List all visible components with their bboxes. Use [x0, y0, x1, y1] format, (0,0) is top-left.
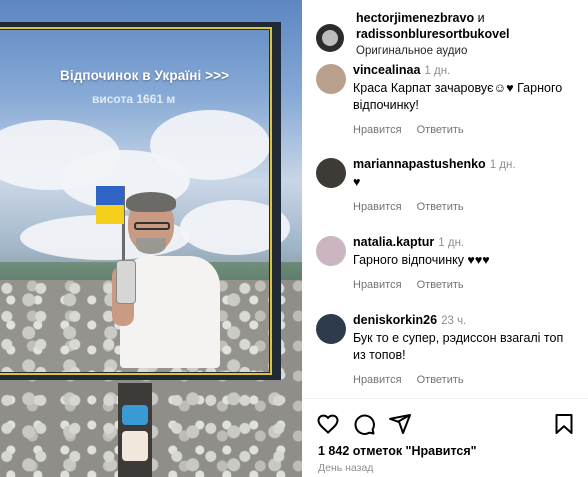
comment-time: 1 дн. [424, 65, 451, 77]
comments-list[interactable]: vincealinaa 1 дн. Краса Карпат зачаровує☺… [302, 56, 588, 396]
comment-like-button[interactable]: Нравится [353, 374, 402, 386]
heart-icon[interactable] [316, 412, 340, 436]
comment-icon[interactable] [352, 412, 376, 436]
comment-body: vincealinaa 1 дн. Краса Карпат зачаровує☺… [353, 62, 578, 139]
comment-actions: Нравится Ответить [353, 122, 578, 139]
divider [302, 398, 588, 399]
comment-avatar[interactable] [316, 158, 346, 188]
header-text: hectorjimenezbravo и radissonbluresortbu… [356, 10, 581, 58]
comment-username[interactable]: deniskorkin26 [353, 313, 437, 327]
comment-text: Бук то е супер, рэдиссон взагалі топ из … [353, 331, 564, 362]
comment-time: 23 ч. [441, 315, 467, 327]
post-header: hectorjimenezbravo и radissonbluresortbu… [302, 0, 588, 58]
comment-text: Гарного відпочинку ♥♥♥ [353, 253, 490, 267]
billboard-title: Відпочинок в Україні >>> [60, 68, 230, 83]
comment-reply-button[interactable]: Ответить [417, 374, 464, 386]
comment-time: 1 дн. [489, 159, 516, 171]
bookmark-icon[interactable] [552, 412, 576, 436]
comment-username[interactable]: mariannapastushenko [353, 157, 486, 171]
comment-actions: Нравится Ответить [353, 199, 578, 216]
post-date[interactable]: День назад [318, 462, 373, 474]
post-actions-bar [302, 408, 588, 440]
comment-avatar[interactable] [316, 64, 346, 94]
author-username[interactable]: hectorjimenezbravo [356, 11, 474, 25]
comment-username[interactable]: natalia.kaptur [353, 235, 434, 249]
comment-body: mariannapastushenko 1 дн. ♥ Нравится Отве… [353, 156, 578, 216]
sign-badge [122, 431, 148, 461]
comment-body: deniskorkin26 23 ч. Бук то е супер, рэдис… [353, 312, 578, 389]
comment-reply-button[interactable]: Ответить [417, 279, 464, 291]
comment-reply-button[interactable]: Ответить [417, 201, 464, 213]
person-beard [136, 238, 166, 254]
person-selfie [112, 192, 232, 368]
coauthor-username[interactable]: radissonbluresortbukovel [356, 27, 510, 41]
person-hair [126, 192, 176, 212]
comment-time: 1 дн. [438, 237, 465, 249]
post-video[interactable]: Відпочинок в Україні >>> висота 1661 м [0, 0, 302, 477]
comment-like-button[interactable]: Нравится [353, 279, 402, 291]
comment-avatar[interactable] [316, 236, 346, 266]
post-side-panel: hectorjimenezbravo и radissonbluresortbu… [302, 0, 588, 477]
sign-badge [122, 405, 148, 425]
comment-like-button[interactable]: Нравится [353, 124, 402, 136]
comment-actions: Нравится Ответить [353, 372, 578, 389]
share-icon[interactable] [388, 412, 412, 436]
author-avatar[interactable] [316, 24, 344, 52]
comment-body: natalia.kaptur 1 дн. Гарного відпочинку ♥… [353, 234, 578, 294]
header-connector: и [474, 11, 485, 25]
likes-count[interactable]: 1 842 отметок "Нравится" [318, 444, 477, 458]
comment-reply-button[interactable]: Ответить [417, 124, 464, 136]
comment-like-button[interactable]: Нравится [353, 201, 402, 213]
comment-username[interactable]: vincealinaa [353, 63, 420, 77]
billboard-subtitle: висота 1661 м [92, 92, 176, 106]
comment-text: ♥ [353, 175, 361, 189]
comment-avatar[interactable] [316, 314, 346, 344]
phone [116, 260, 136, 304]
comment-actions: Нравится Ответить [353, 277, 578, 294]
signpost [118, 383, 152, 477]
person-glasses [134, 222, 170, 230]
comment-text: Краса Карпат зачаровує☺♥ Гарного відпочи… [353, 81, 563, 112]
